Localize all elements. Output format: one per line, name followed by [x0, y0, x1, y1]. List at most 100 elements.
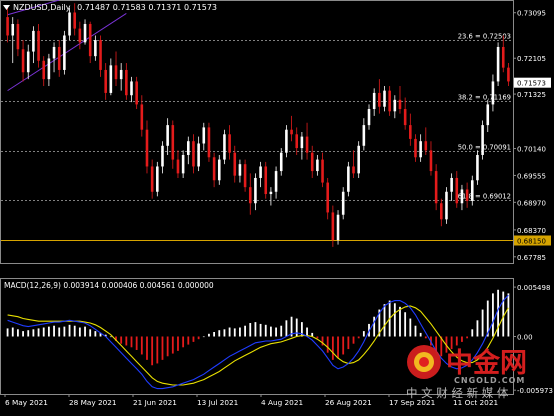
chart-header: NZDUSD,Daily 0.71487 0.71583 0.71371 0.7…: [3, 3, 217, 12]
price-axis-label: 0.71325: [517, 91, 546, 99]
macd-histogram-bar: [275, 327, 277, 337]
candle-body: [57, 46, 61, 70]
macd-histogram-bar: [347, 336, 350, 350]
date-axis-label: 13 Jul 2021: [197, 398, 238, 407]
candle-body: [37, 30, 40, 61]
macd-histogram-bar: [409, 318, 412, 337]
macd-histogram-bar: [130, 336, 133, 348]
candle-body: [321, 159, 324, 183]
candle-body: [367, 109, 371, 126]
macd-histogram-bar: [125, 336, 128, 346]
candle-body: [465, 189, 469, 201]
candle-body: [486, 104, 490, 126]
candle-body: [378, 92, 381, 107]
candle-body: [104, 69, 107, 93]
candle-body: [21, 49, 25, 73]
bullish-candle: [156, 161, 159, 197]
macd-histogram-bar: [94, 331, 97, 337]
candle-body: [114, 65, 118, 80]
candle-body: [192, 141, 195, 167]
candle-body: [99, 40, 102, 70]
macd-histogram-bar: [461, 336, 463, 342]
candle-body: [16, 23, 20, 50]
chart-canvas[interactable]: 23.6 = 0.7250338.2 = 0.7116950.0 = 0.700…: [0, 0, 554, 412]
bullish-candle: [481, 120, 484, 160]
candle-body: [73, 12, 76, 29]
macd-histogram-bar: [89, 329, 92, 337]
macd-histogram-bar: [239, 327, 241, 337]
candle-body: [305, 136, 309, 153]
candle-body: [269, 191, 273, 195]
candle-body: [501, 46, 505, 68]
candle-body: [507, 67, 510, 82]
macd-histogram-bar: [161, 336, 164, 360]
candle-body: [455, 177, 459, 204]
candle-body: [11, 23, 15, 36]
macd-histogram-bar: [270, 326, 272, 337]
bullish-candle: [223, 129, 226, 165]
macd-histogram-bar: [357, 336, 360, 339]
candle-body: [341, 191, 345, 215]
candle-body: [83, 23, 87, 43]
bullish-candle: [357, 141, 360, 178]
candle-body: [140, 104, 144, 130]
bearish-candle: [264, 161, 268, 199]
macd-histogram-bar: [53, 325, 55, 337]
candle-body: [63, 35, 66, 70]
candle-body: [42, 60, 46, 80]
macd-histogram-bar: [507, 293, 510, 337]
candle-body: [212, 157, 216, 181]
candle-body: [130, 81, 133, 96]
candle-body: [94, 40, 97, 57]
cngold-domain: CNGOLD.COM: [454, 376, 525, 385]
macd-histogram-bar: [218, 330, 221, 337]
macd-histogram-bar: [249, 323, 252, 337]
macd-histogram-bar: [151, 336, 154, 366]
date-axis-label: 26 Aug 2021: [325, 398, 372, 407]
candle-body: [450, 177, 453, 192]
candle-body: [6, 17, 9, 36]
macd-histogram-bar: [471, 329, 474, 337]
macd-histogram-bar: [135, 336, 138, 350]
macd-histogram-bar: [177, 336, 179, 351]
macd-histogram-bar: [166, 336, 169, 357]
macd-histogram-bar: [37, 328, 40, 337]
macd-histogram-bar: [259, 323, 262, 337]
candle-body: [166, 125, 169, 146]
candle-body: [300, 136, 304, 149]
macd-histogram-bar: [393, 303, 396, 337]
macd-histogram-bar: [362, 331, 365, 337]
candle-body: [125, 69, 128, 96]
bullish-candle: [285, 125, 288, 158]
macd-histogram-bar: [228, 327, 231, 337]
price-axis-label: 0.68970: [517, 199, 546, 207]
candle-body: [310, 152, 314, 172]
candle-body: [181, 154, 185, 174]
candle-body: [47, 58, 51, 80]
candle-body: [32, 30, 35, 52]
svg-text:NZDUSD,Daily 0.71487 0: NZDUSD,Daily 0.71487 0.71583 0.71371 0.7…: [13, 3, 217, 12]
candle-body: [202, 127, 206, 144]
cngold-brand: 中金网: [446, 347, 527, 379]
bullish-candle: [496, 42, 500, 87]
candle-body: [274, 171, 278, 192]
candle-body: [228, 134, 231, 153]
macd-histogram-bar: [435, 336, 438, 351]
candle-body: [68, 12, 71, 36]
macd-axis-label: 0.00: [517, 334, 533, 342]
macd-histogram-bar: [233, 328, 236, 337]
macd-histogram-bar: [295, 318, 298, 337]
macd-histogram-bar: [202, 336, 205, 338]
cngold-logo-icon: [407, 345, 441, 379]
bullish-candle: [476, 150, 479, 185]
candle-body: [419, 141, 422, 158]
bullish-candle: [336, 210, 340, 245]
candle-body: [424, 141, 428, 151]
macd-histogram-bar: [337, 336, 339, 359]
macd-histogram-bar: [414, 325, 417, 337]
candle-body: [176, 159, 180, 174]
macd-histogram-bar: [492, 293, 494, 337]
candle-body: [434, 171, 438, 204]
macd-histogram-bar: [68, 324, 71, 337]
trading-chart[interactable]: 23.6 = 0.72503 38.2 = 0.71169 50.0 = 0.700…: [0, 0, 554, 412]
